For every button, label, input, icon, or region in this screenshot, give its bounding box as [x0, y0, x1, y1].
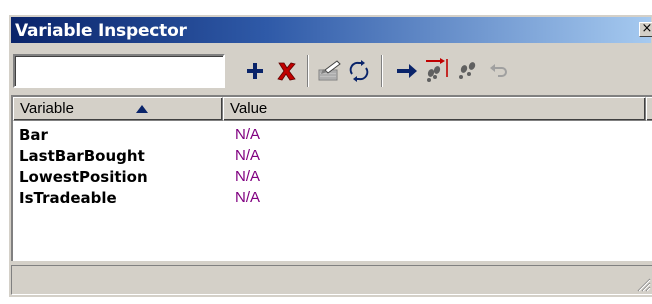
go-icon: [397, 64, 417, 78]
refresh-icon: [349, 60, 369, 82]
resize-grip-icon[interactable]: [635, 276, 651, 292]
toolbar: [11, 45, 652, 91]
step-over-icon: [426, 58, 448, 82]
variable-name: IsTradeable: [19, 189, 117, 207]
sort-ascending-icon: [136, 105, 148, 113]
refresh-button[interactable]: [345, 57, 373, 85]
variable-value: N/A: [235, 189, 261, 206]
window-title: Variable Inspector: [15, 21, 187, 41]
delete-button[interactable]: [273, 57, 301, 85]
variable-value: N/A: [235, 168, 261, 185]
step-over-button[interactable]: [423, 57, 451, 85]
add-button[interactable]: [241, 57, 269, 85]
variable-name: LastBarBought: [19, 147, 145, 165]
column-header-label: Value: [230, 100, 268, 117]
undo-icon: [490, 64, 507, 77]
column-header-variable[interactable]: Variable: [13, 97, 223, 121]
list-item[interactable]: LastBarBought N/A: [19, 146, 260, 166]
column-header-value[interactable]: Value: [223, 97, 646, 121]
close-button[interactable]: ×: [639, 22, 652, 37]
variable-value: N/A: [235, 126, 261, 143]
clear-button[interactable]: [315, 57, 343, 85]
status-bar: [11, 265, 652, 295]
step-icon: [459, 62, 476, 79]
toolbar-separator: [381, 55, 383, 87]
go-button[interactable]: [393, 57, 421, 85]
variable-inspector-window: Variable Inspector × Variable Value Bar …: [8, 14, 652, 297]
variable-name-input[interactable]: [13, 54, 225, 88]
step-button[interactable]: [455, 57, 483, 85]
toolbar-separator: [307, 55, 309, 87]
list-item[interactable]: Bar N/A: [19, 125, 260, 145]
list-item[interactable]: LowestPosition N/A: [19, 167, 260, 187]
variable-value: N/A: [235, 147, 261, 164]
variable-name: LowestPosition: [19, 168, 148, 186]
close-icon: ×: [641, 21, 652, 36]
column-header-filler: [646, 97, 652, 121]
list-item[interactable]: IsTradeable N/A: [19, 188, 260, 208]
column-header-label: Variable: [20, 100, 74, 117]
undo-button[interactable]: [485, 57, 513, 85]
clear-icon: [318, 60, 341, 81]
delete-icon: [277, 62, 296, 81]
title-bar[interactable]: Variable Inspector ×: [11, 17, 652, 43]
add-icon: [247, 63, 263, 79]
variable-list: Variable Value Bar N/A LastBarBought N/A…: [11, 95, 652, 261]
variable-name: Bar: [19, 126, 48, 144]
